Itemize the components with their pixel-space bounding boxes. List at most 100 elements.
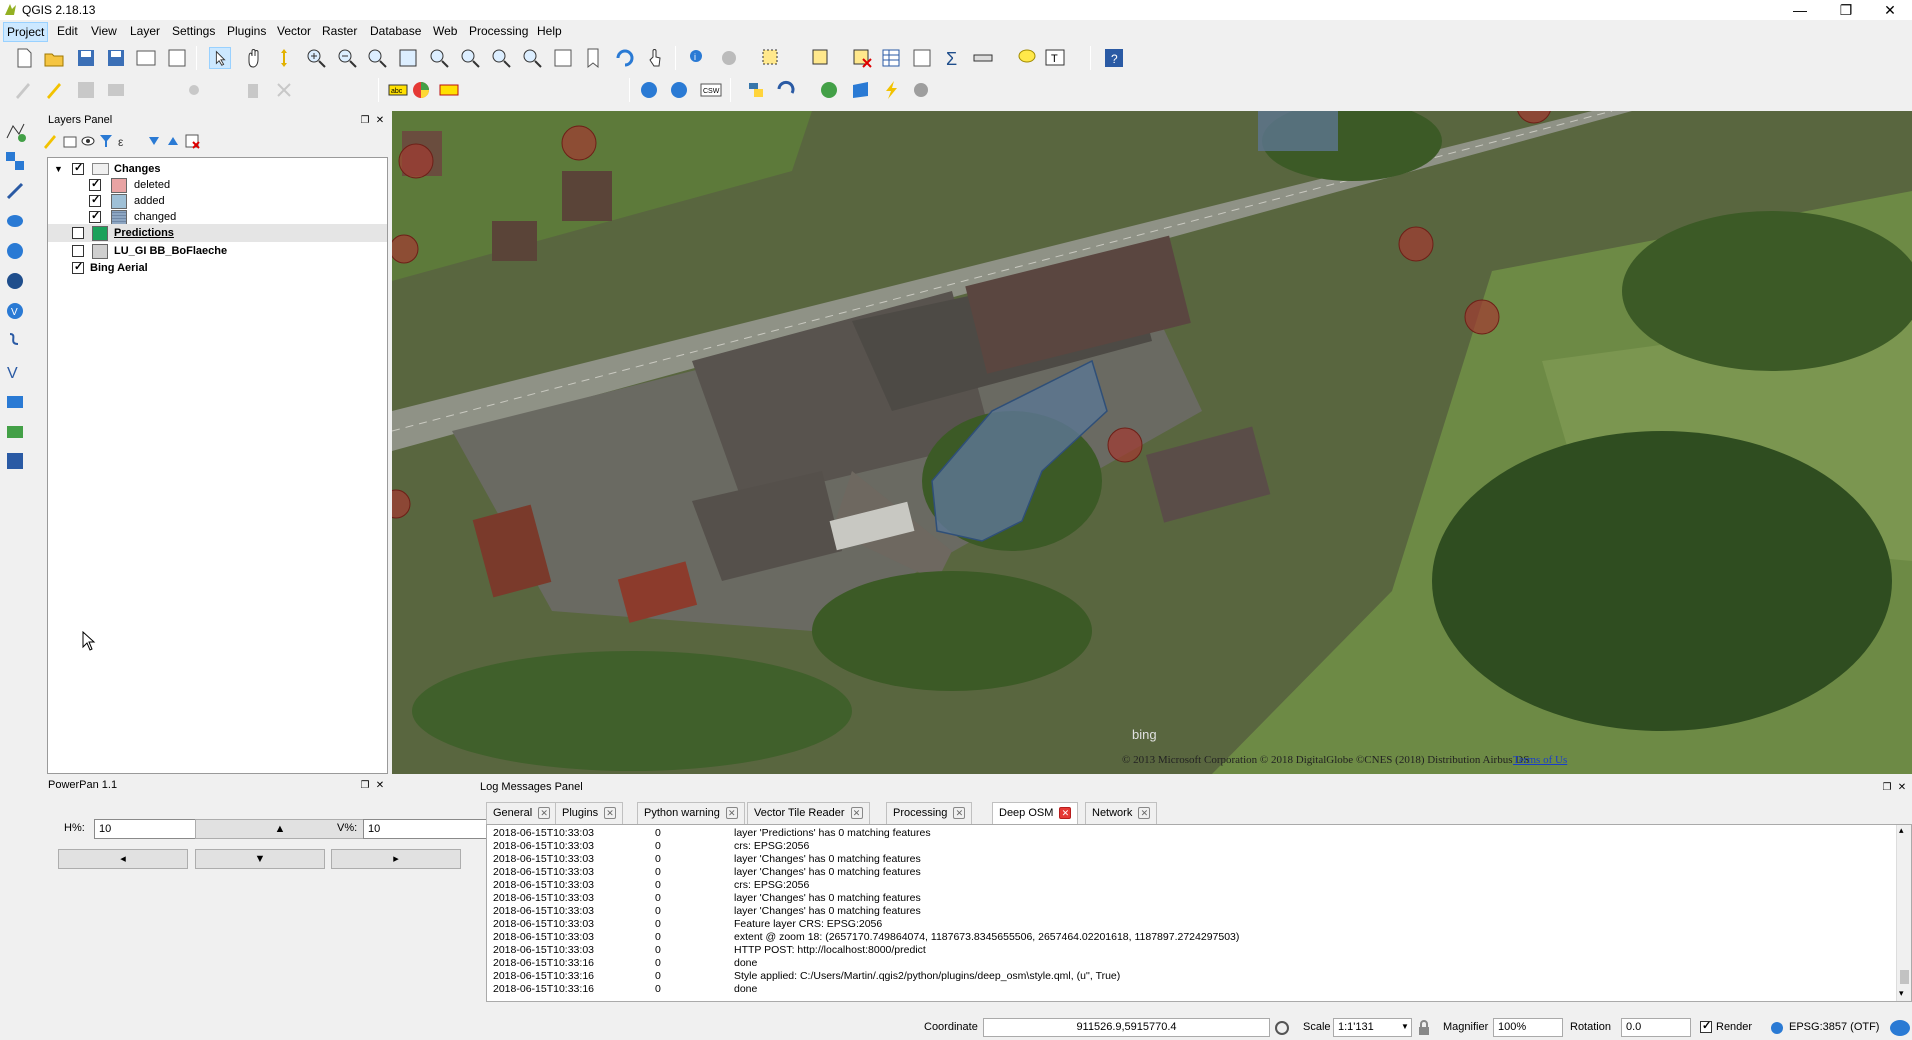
add-vector-layer-icon[interactable] <box>4 120 28 144</box>
tab-general[interactable]: General ✕ <box>486 802 558 824</box>
deselect-all-icon[interactable] <box>851 47 873 69</box>
float-panel-icon[interactable]: ❐ <box>1881 782 1893 794</box>
new-project-icon[interactable] <box>13 47 35 69</box>
close-tab-icon[interactable]: ✕ <box>850 807 863 820</box>
float-panel-icon[interactable]: ❐ <box>359 115 371 127</box>
zoom-next-icon[interactable] <box>521 47 543 69</box>
measure-line-icon[interactable] <box>972 47 994 69</box>
menu-web[interactable]: Web <box>433 24 457 38</box>
tab-network[interactable]: Network ✕ <box>1085 802 1158 824</box>
layer-predictions[interactable]: Predictions <box>48 224 387 242</box>
zoom-full-icon[interactable] <box>397 47 419 69</box>
help-icon[interactable]: ? <box>1103 47 1125 69</box>
new-spatialite-icon[interactable] <box>4 420 28 444</box>
vector-tile-reader-icon[interactable] <box>910 79 932 101</box>
tab-plugins[interactable]: Plugins ✕ <box>555 802 624 824</box>
csw-icon[interactable]: CSW <box>700 79 722 101</box>
tab-processing[interactable]: Processing ✕ <box>886 802 973 824</box>
wfs-icon[interactable] <box>668 79 690 101</box>
menu-settings[interactable]: Settings <box>172 24 215 38</box>
layer-checkbox[interactable] <box>89 193 101 207</box>
pan-left-button[interactable]: ◂ <box>58 849 188 869</box>
touch-zoom-pan-icon[interactable] <box>209 47 231 69</box>
add-virtual-layer-icon[interactable]: V <box>4 360 28 384</box>
map-tips-icon[interactable] <box>1016 47 1038 69</box>
pan-to-selection-icon[interactable] <box>273 47 295 69</box>
tab-vector-tile-reader[interactable]: Vector Tile Reader ✕ <box>747 802 870 824</box>
add-spatialite-layer-icon[interactable] <box>4 210 28 234</box>
terms-of-use-link[interactable]: Terms of Us <box>1513 754 1567 766</box>
cut-features-icon[interactable] <box>273 79 295 101</box>
add-raster-layer-icon[interactable] <box>4 150 28 174</box>
layer-bing-aerial[interactable]: Bing Aerial <box>48 259 387 277</box>
map-canvas[interactable]: bing © 2013 Microsoft Corporation © 2018… <box>392 111 1912 774</box>
crs-status[interactable]: EPSG:3857 (OTF) <box>1789 1021 1879 1033</box>
zoom-selection-icon[interactable] <box>428 47 450 69</box>
coordinate-field[interactable]: 911526.9,5915770.4 <box>983 1018 1270 1037</box>
attribute-table-icon[interactable] <box>880 47 902 69</box>
close-panel-icon[interactable]: ✕ <box>1896 782 1908 794</box>
expand-all-icon[interactable] <box>146 133 162 149</box>
layer-checkbox[interactable] <box>72 245 84 257</box>
remove-layer-icon[interactable] <box>184 133 200 149</box>
close-tab-icon[interactable]: ✕ <box>604 807 617 820</box>
add-wcs-layer-icon[interactable] <box>4 270 28 294</box>
close-tab-icon[interactable]: ✕ <box>953 807 966 820</box>
manage-map-themes-icon[interactable] <box>80 133 96 149</box>
lightning-icon[interactable] <box>880 79 902 101</box>
field-calculator-icon[interactable]: Σ <box>942 47 964 69</box>
collapse-arrow-icon[interactable]: ▼ <box>54 164 63 174</box>
lock-icon[interactable] <box>1417 1020 1431 1036</box>
close-button[interactable]: ✕ <box>1868 0 1912 20</box>
deep-osm-icon[interactable] <box>850 79 872 101</box>
tab-python-warning[interactable]: Python warning ✕ <box>637 802 745 824</box>
add-feature-icon[interactable] <box>105 79 127 101</box>
new-temp-layer-icon[interactable] <box>4 450 28 474</box>
close-tab-icon[interactable]: ✕ <box>1059 807 1072 820</box>
log-scrollbar[interactable]: ▴ ▾ <box>1896 825 1911 1001</box>
open-project-icon[interactable] <box>43 47 65 69</box>
messages-icon[interactable] <box>1889 1018 1911 1038</box>
scroll-down-icon[interactable]: ▾ <box>1899 988 1904 999</box>
highlight-pinned-labels-icon[interactable] <box>438 79 460 101</box>
extents-toggle-icon[interactable] <box>1274 1020 1290 1036</box>
save-as-icon[interactable] <box>105 47 127 69</box>
menu-plugins[interactable]: Plugins <box>227 24 266 38</box>
layer-checkbox[interactable] <box>72 227 84 239</box>
layer-checkbox[interactable] <box>89 177 101 191</box>
toggle-editing-icon[interactable] <box>43 79 65 101</box>
select-features-icon[interactable] <box>760 47 782 69</box>
composer-manager-icon[interactable] <box>166 47 188 69</box>
node-tool-icon[interactable] <box>183 79 205 101</box>
layer-checkbox[interactable] <box>72 260 84 274</box>
maximize-button[interactable]: ❐ <box>1824 0 1868 20</box>
close-panel-icon[interactable]: ✕ <box>374 115 386 127</box>
v-percent-input[interactable]: 10 <box>363 819 491 839</box>
zoom-last-icon[interactable] <box>490 47 512 69</box>
scroll-up-icon[interactable]: ▴ <box>1899 825 1904 836</box>
text-annotation-icon[interactable]: T <box>1044 47 1066 69</box>
menu-processing[interactable]: Processing <box>469 24 528 38</box>
add-delimited-text-icon[interactable] <box>4 330 28 354</box>
menu-vector[interactable]: Vector <box>277 24 311 38</box>
layer-diagram-icon[interactable] <box>410 79 432 101</box>
collapse-all-icon[interactable] <box>165 133 181 149</box>
pan-right-button[interactable]: ▸ <box>331 849 461 869</box>
add-wms-layer-icon[interactable] <box>4 240 28 264</box>
undo-icon[interactable] <box>774 79 796 101</box>
label-toolbar-icon[interactable]: abc <box>387 79 409 101</box>
zoom-native-icon[interactable] <box>366 47 388 69</box>
menu-help[interactable]: Help <box>537 24 562 38</box>
globe-icon[interactable] <box>818 79 840 101</box>
close-tab-icon[interactable]: ✕ <box>538 807 551 820</box>
open-layer-styling-icon[interactable] <box>42 133 58 149</box>
zoom-out-icon[interactable] <box>336 47 358 69</box>
log-text-area[interactable]: 2018-06-15T10:33:03 0 layer 'Predictions' … <box>486 824 1912 1002</box>
chevron-down-icon[interactable]: ▼ <box>1401 1022 1409 1031</box>
wms-icon[interactable] <box>638 79 660 101</box>
current-edits-icon[interactable] <box>12 79 34 101</box>
magnifier-spinbox[interactable]: 100% <box>1493 1018 1563 1037</box>
touch-icon[interactable] <box>645 47 667 69</box>
new-bookmark-icon[interactable] <box>582 47 604 69</box>
float-panel-icon[interactable]: ❐ <box>359 780 371 792</box>
